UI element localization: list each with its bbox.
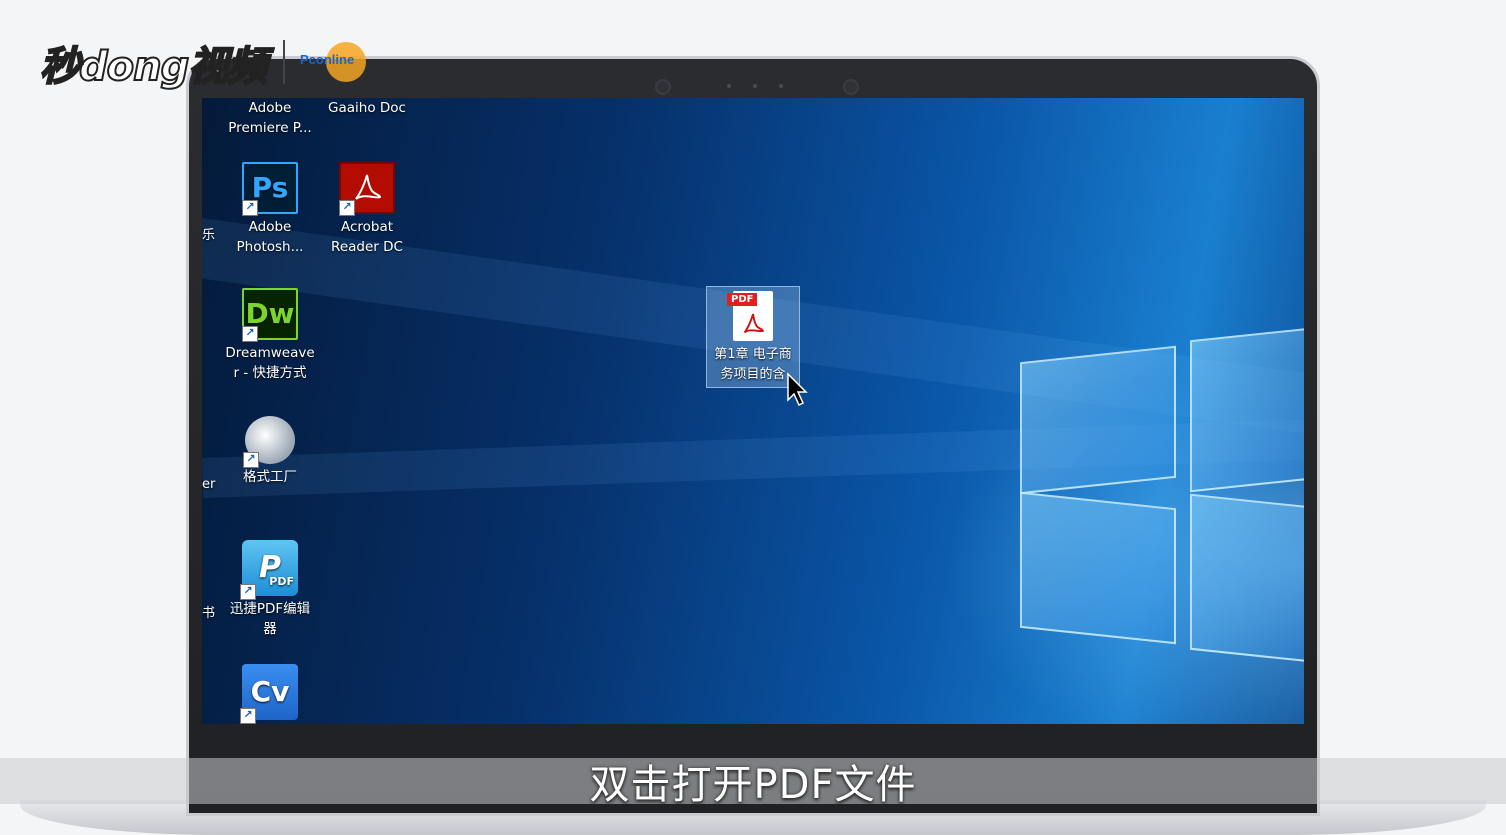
- desktop-icon-premiere[interactable]: Adobe Premiere P...: [222, 98, 318, 138]
- windows-logo-pane: [1020, 491, 1176, 645]
- partial-label: 乐: [202, 228, 216, 243]
- pdf-file-icon: PDF: [727, 291, 773, 341]
- watermark-logo: 秒dong视频: [39, 43, 268, 91]
- desktop-icon-xunjie-pdf[interactable]: P PDF ↗ 迅捷PDF编辑 器: [222, 540, 318, 639]
- icon-label: 格式工厂: [243, 469, 297, 485]
- watermark-separator: [283, 40, 285, 84]
- xunjie-pdf-editor-icon: P PDF ↗: [240, 540, 298, 600]
- dreamweaver-icon: Dw ↗: [242, 288, 298, 342]
- partial-label: 书: [202, 606, 216, 621]
- icon-glyph: Ps: [251, 171, 289, 204]
- photoshop-icon: Ps ↗: [242, 162, 298, 216]
- icon-label: 迅捷PDF编辑 器: [229, 601, 311, 637]
- shortcut-arrow-icon: ↗: [339, 200, 355, 216]
- desktop-icon-gaaiho-doc[interactable]: Gaaiho Doc: [319, 98, 415, 118]
- desktop-icon-acrobat-reader[interactable]: ↗ Acrobat Reader DC: [319, 162, 415, 257]
- shortcut-arrow-icon: ↗: [240, 708, 256, 724]
- icon-label: Adobe Premiere P...: [228, 100, 312, 136]
- desktop-icon-dreamweaver[interactable]: Dw ↗ Dreamweave r - 快捷方式: [222, 288, 318, 383]
- pdf-badge: PDF: [269, 575, 294, 588]
- camera-left: [655, 79, 671, 95]
- icon-glyph: Cv: [250, 675, 290, 708]
- windows-logo-pane: [1020, 345, 1176, 495]
- sensor-dot: [779, 84, 783, 88]
- video-subtitle: 双击打开PDF文件: [589, 762, 917, 808]
- windows-logo-pane: [1190, 327, 1304, 493]
- acrobat-swirl-icon: [355, 174, 382, 200]
- icon-label: Adobe Photosh...: [236, 219, 304, 255]
- desktop-icon-cv[interactable]: Cv ↗: [222, 664, 318, 724]
- sensor-dot: [753, 84, 757, 88]
- mouse-cursor-icon: [787, 372, 808, 407]
- shortcut-arrow-icon: ↗: [243, 452, 259, 468]
- shortcut-arrow-icon: ↗: [242, 326, 258, 342]
- icon-label: Acrobat Reader DC: [331, 219, 403, 255]
- format-factory-icon: ↗: [243, 416, 295, 468]
- shortcut-arrow-icon: ↗: [242, 200, 258, 216]
- partner-logo-text: Pconline: [300, 52, 355, 67]
- partial-label: er: [202, 477, 216, 492]
- sensor-dot: [727, 84, 731, 88]
- acrobat-reader-icon: ↗: [339, 162, 395, 216]
- desktop-icon-format-factory[interactable]: ↗ 格式工厂: [222, 416, 318, 487]
- windows-logo-pane: [1190, 493, 1304, 663]
- cv-icon: Cv ↗: [240, 664, 298, 724]
- icon-glyph: Dw: [245, 297, 295, 330]
- icon-label: Dreamweave r - 快捷方式: [225, 345, 315, 381]
- icon-label: Gaaiho Doc: [328, 100, 406, 116]
- camera-right: [843, 79, 859, 95]
- shortcut-arrow-icon: ↗: [240, 584, 256, 600]
- acrobat-swirl-icon: [743, 313, 764, 334]
- desktop-screen[interactable]: 乐 er 书 Adobe Premiere P... Gaaiho Doc Ps…: [202, 98, 1304, 724]
- desktop-icon-photoshop[interactable]: Ps ↗ Adobe Photosh...: [222, 162, 318, 257]
- pdf-badge: PDF: [727, 293, 758, 306]
